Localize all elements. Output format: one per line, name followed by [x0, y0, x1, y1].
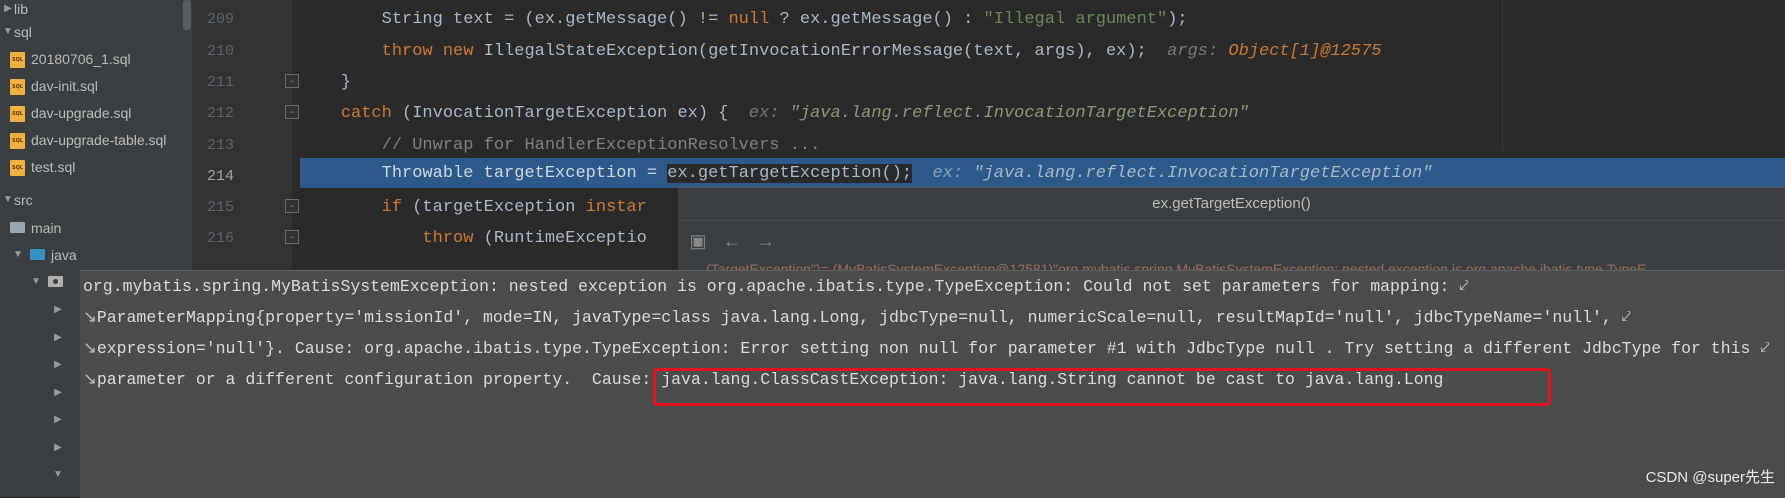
watermark: CSDN @super先生	[1645, 469, 1775, 486]
debug-inline-hint: args:	[1167, 42, 1229, 61]
tree-item-src[interactable]: ▼ src	[0, 186, 182, 213]
chevron-down-icon[interactable]: ▼	[52, 469, 64, 480]
sql-file-icon: SQL	[10, 159, 25, 176]
chevron-right-icon[interactable]: ▶	[52, 387, 64, 398]
back-arrow-icon[interactable]: ←	[722, 231, 742, 252]
code-line-209[interactable]: String text = (ex.getMessage() != null ?…	[300, 4, 1785, 35]
debug-inline-hint: ex:	[748, 104, 790, 123]
code-line-214-current[interactable]: Throwable targetException = ex.getTarget…	[300, 158, 1785, 188]
tree-item-label: main	[31, 219, 62, 236]
sql-file-icon: SQL	[10, 51, 25, 68]
line-number: 214	[206, 168, 234, 185]
code-line-212[interactable]: catch (InvocationTargetException ex) { e…	[300, 98, 1785, 129]
code-line-210[interactable]: throw new IllegalStateException(getInvoc…	[300, 36, 1785, 67]
message-line: org.mybatis.spring.MyBatisSystemExceptio…	[83, 277, 1469, 296]
watch-icon[interactable]: ▣	[688, 231, 708, 252]
tree-item-label: dav-upgrade.sql	[31, 104, 132, 121]
tree-item-label: dav-upgrade-table.sql	[31, 131, 167, 148]
tree-item-label: dav-init.sql	[31, 77, 98, 94]
chevron-right-icon[interactable]: ▶	[52, 414, 64, 425]
folder-icon	[10, 222, 25, 233]
package-icon	[48, 276, 63, 287]
chevron-right-icon[interactable]: ▶	[52, 359, 64, 370]
fold-start-icon[interactable]: −	[285, 199, 299, 213]
tree-item-java[interactable]: ▼ java	[0, 241, 182, 268]
tree-item-sql-file[interactable]: SQL 20180706_1.sql	[0, 45, 182, 72]
sql-file-icon: SQL	[10, 78, 25, 95]
sql-file-icon: SQL	[10, 105, 25, 122]
tree-item-label: lib	[14, 0, 29, 17]
chevron-right-icon[interactable]: ▶	[52, 332, 64, 343]
code-line-213[interactable]: // Unwrap for HandlerExceptionResolvers …	[300, 130, 1785, 161]
tree-item-sql-file[interactable]: SQL dav-upgrade.sql	[0, 99, 182, 126]
soft-wrap-icon: ⤦	[1621, 308, 1631, 327]
chevron-right-icon[interactable]: ▶	[52, 442, 64, 453]
wrap-continue-icon: ↘	[83, 339, 97, 358]
line-number: 212	[206, 105, 234, 122]
soft-wrap-icon: ⤦	[1459, 277, 1469, 296]
tree-item-main[interactable]: main	[0, 214, 182, 241]
fold-start-icon[interactable]: −	[285, 105, 299, 119]
fold-end-icon[interactable]: −	[285, 74, 299, 88]
fold-end-icon[interactable]: −	[285, 230, 299, 244]
tree-item-sql[interactable]: ▼ sql	[0, 18, 182, 45]
message-line: ↘expression='null'}. Cause: org.apache.i…	[83, 339, 1770, 358]
line-number: 211	[206, 74, 234, 91]
chevron-down-icon[interactable]: ▼	[2, 26, 14, 37]
debug-inline-hint: ex:	[932, 164, 974, 183]
popup-title: ex.getTargetException()	[1152, 195, 1311, 212]
wrap-continue-icon: ↘	[83, 308, 97, 327]
message-line: ↘ParameterMapping{property='missionId', …	[83, 308, 1631, 327]
tree-item-label: 20180706_1.sql	[31, 50, 131, 67]
folder-icon	[30, 249, 45, 260]
cause-highlight-box	[653, 368, 1551, 406]
forward-arrow-icon[interactable]: →	[756, 231, 776, 252]
tree-item-label: java	[51, 246, 77, 263]
soft-wrap-icon: ⤦	[1760, 339, 1770, 358]
chevron-right-icon[interactable]: ▶	[2, 3, 14, 14]
tree-item-sql-file[interactable]: SQL dav-init.sql	[0, 72, 182, 99]
tree-item-label: sql	[14, 23, 32, 40]
tree-item-sql-file[interactable]: SQL test.sql	[0, 153, 182, 180]
chevron-down-icon[interactable]: ▼	[2, 194, 14, 205]
chevron-down-icon[interactable]: ▼	[12, 249, 24, 260]
tree-item-sql-file[interactable]: SQL dav-upgrade-table.sql	[0, 126, 182, 153]
line-number: 210	[206, 43, 234, 60]
line-number: 215	[206, 199, 234, 216]
code-line-211[interactable]: }	[300, 67, 1785, 98]
exception-tooltip: org.mybatis.spring.MyBatisSystemExceptio…	[80, 270, 1785, 498]
wrap-continue-icon: ↘	[83, 370, 97, 389]
popup-toolbar: ▣ ← →	[678, 220, 1785, 262]
chevron-right-icon[interactable]: ▶	[52, 304, 64, 315]
tree-item-label: test.sql	[31, 158, 76, 175]
tree-scrollbar-thumb[interactable]	[183, 0, 191, 30]
line-number: 216	[206, 230, 234, 247]
line-number: 209	[206, 11, 234, 28]
tree-item-label: src	[14, 191, 33, 208]
chevron-down-icon[interactable]: ▼	[30, 276, 42, 287]
sql-file-icon: SQL	[10, 132, 25, 149]
line-number: 213	[206, 137, 234, 154]
